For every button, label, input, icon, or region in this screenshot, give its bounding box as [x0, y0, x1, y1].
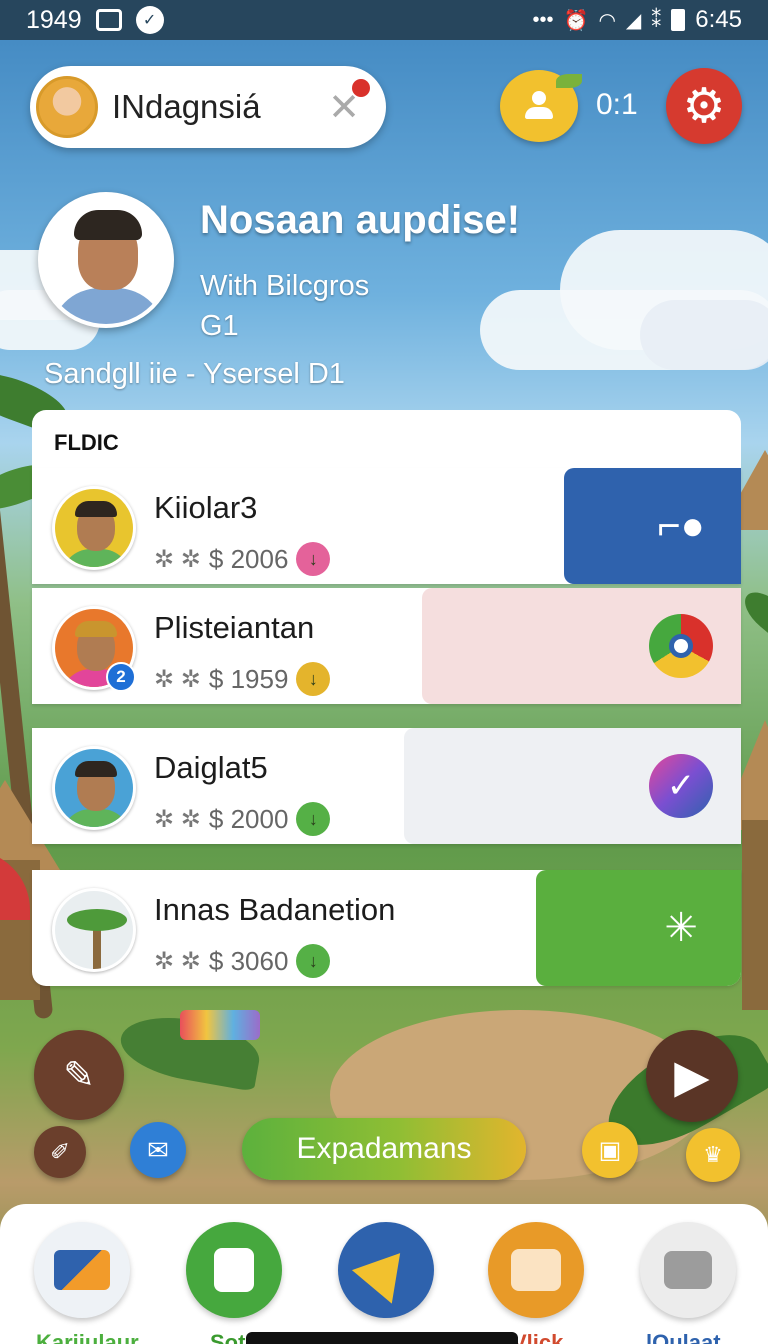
- row-meta: ✲ ✲ $ 2006 ↓: [154, 542, 331, 576]
- edit-button[interactable]: ✎: [34, 1030, 124, 1120]
- message-icon: [214, 1248, 254, 1292]
- trophy-icon: ♛: [703, 1142, 723, 1167]
- data-icon: ⁑: [651, 9, 662, 32]
- sun-icon[interactable]: ✳: [649, 896, 713, 960]
- camera-icon: [664, 1251, 712, 1289]
- hero-subtitle: With Bilcgros: [200, 270, 370, 302]
- profile-avatar[interactable]: [36, 76, 98, 138]
- status-bar: 1949 ✓ ••• ⏰ ◠ ◢ ⁑ 6:45: [0, 0, 768, 40]
- trophy-button[interactable]: ♛: [686, 1128, 740, 1182]
- row-meta: ✲ ✲ $ 2000 ↓: [154, 802, 331, 836]
- person-icon: [524, 91, 554, 121]
- sparkle-icon: ✲ ✲: [154, 665, 201, 693]
- brush-button[interactable]: ✐: [34, 1126, 86, 1178]
- signal-icon: ◢: [625, 9, 642, 32]
- play-icon: ▶: [674, 1050, 710, 1102]
- image-icon: [95, 9, 122, 31]
- profile-pill[interactable]: INdagnsiá ✕: [30, 66, 386, 148]
- row-amount: $ 3060: [208, 945, 289, 976]
- hero-title: Nosaan aupdise!: [200, 198, 521, 242]
- dock-navigate-button[interactable]: [338, 1222, 434, 1318]
- down-arrow-icon[interactable]: ↓: [296, 944, 331, 978]
- dock-mail-button[interactable]: [34, 1222, 130, 1318]
- hero-avatar[interactable]: [38, 192, 174, 328]
- avatar[interactable]: [52, 888, 136, 972]
- dock-label: Vlick: [512, 1330, 564, 1344]
- row-name: Innas Badanetion: [154, 892, 396, 927]
- row-name: Kiiolar3: [154, 490, 258, 525]
- row-amount: $ 2006: [208, 543, 289, 574]
- wifi-icon: ◠: [598, 9, 616, 32]
- row-amount: $ 2000: [208, 803, 289, 834]
- calendar-button[interactable]: ▣: [582, 1122, 638, 1178]
- mail-icon: [54, 1250, 110, 1290]
- list-row[interactable]: ✓ Daiglat5 ✲ ✲ $ 2000 ↓: [32, 728, 741, 844]
- list-header: FLDIC: [32, 410, 741, 470]
- dock-label: lOulaat: [646, 1330, 721, 1344]
- notification-badge: 2: [106, 662, 136, 692]
- alarm-icon: ⏰: [563, 9, 589, 32]
- list-row[interactable]: ✳ Innas Badanetion ✲ ✲ $ 3060 ↓: [32, 870, 741, 986]
- calendar-icon: ▣: [598, 1136, 622, 1164]
- gear-icon: ⚙: [682, 80, 726, 133]
- bottom-dock: Kariiulaur Sot Vlick lOulaat: [0, 1204, 768, 1344]
- dock-label: Sot: [210, 1330, 246, 1344]
- store-icon: [511, 1249, 561, 1291]
- status-left-text: 1949: [26, 5, 82, 34]
- sparkle-icon: ✲ ✲: [154, 545, 201, 573]
- list-row[interactable]: ⌐● Kiiolar3 ✲ ✲ $ 2006 ↓: [32, 468, 741, 584]
- notification-dot: [352, 78, 370, 97]
- status-time: 6:45: [695, 6, 742, 33]
- navigation-icon: [351, 1236, 421, 1304]
- score-counter: 0:1: [596, 88, 638, 121]
- settings-button[interactable]: ⚙: [666, 68, 742, 144]
- profile-name: INdagnsiá: [112, 88, 261, 125]
- row-action-panel[interactable]: ⌐●: [564, 468, 741, 584]
- chrome-icon[interactable]: [649, 614, 713, 678]
- down-arrow-icon[interactable]: ↓: [296, 542, 331, 576]
- row-amount: $ 1959: [208, 663, 289, 694]
- close-icon[interactable]: ✕: [328, 78, 370, 130]
- dock-messages-button[interactable]: [186, 1222, 282, 1318]
- friend-button[interactable]: [500, 70, 582, 142]
- battery-icon: [671, 9, 686, 31]
- brush-icon: ✐: [49, 1138, 71, 1166]
- edit-icon: ✎: [63, 1054, 95, 1097]
- dots-icon: •••: [532, 8, 554, 31]
- row-name: Plisteiantan: [154, 610, 315, 645]
- dock-store-button[interactable]: [488, 1222, 584, 1318]
- chat-button[interactable]: ✉: [130, 1122, 186, 1178]
- player-list: FLDIC ⌐● Kiiolar3 ✲ ✲ $ 2006 ↓ 2 Plistei…: [32, 410, 741, 1010]
- row-action-panel[interactable]: [422, 588, 741, 704]
- dock-camera-button[interactable]: [640, 1222, 736, 1318]
- dock-label: Kariiulaur: [36, 1330, 139, 1344]
- check-icon[interactable]: ✓: [649, 754, 713, 818]
- home-indicator[interactable]: [246, 1332, 518, 1344]
- down-arrow-icon[interactable]: ↓: [296, 662, 331, 696]
- notification-icon: ✓: [135, 6, 164, 34]
- row-meta: ✲ ✲ $ 3060 ↓: [154, 944, 331, 978]
- down-arrow-icon[interactable]: ↓: [296, 802, 331, 836]
- sparkle-icon: ✲ ✲: [154, 947, 201, 975]
- row-action-panel[interactable]: ✳: [536, 870, 741, 986]
- leaf-decoration: [556, 74, 582, 88]
- chat-icon: ✉: [147, 1134, 169, 1165]
- row-action-panel[interactable]: ✓: [404, 728, 741, 844]
- hero-info-line: Sandgll iie - Ysersel D1: [44, 358, 345, 390]
- row-meta: ✲ ✲ $ 1959 ↓: [154, 662, 331, 696]
- sparkle-icon: ✲ ✲: [154, 805, 201, 833]
- hero-subtitle-2: G1: [200, 310, 239, 342]
- expand-button[interactable]: Expadamans: [242, 1118, 526, 1180]
- share-icon[interactable]: ⌐●: [649, 494, 713, 558]
- list-row[interactable]: 2 Plisteiantan ✲ ✲ $ 1959 ↓: [32, 588, 741, 704]
- avatar[interactable]: [52, 746, 136, 830]
- play-button[interactable]: ▶: [646, 1030, 738, 1122]
- avatar[interactable]: [52, 486, 136, 570]
- row-name: Daiglat5: [154, 750, 268, 785]
